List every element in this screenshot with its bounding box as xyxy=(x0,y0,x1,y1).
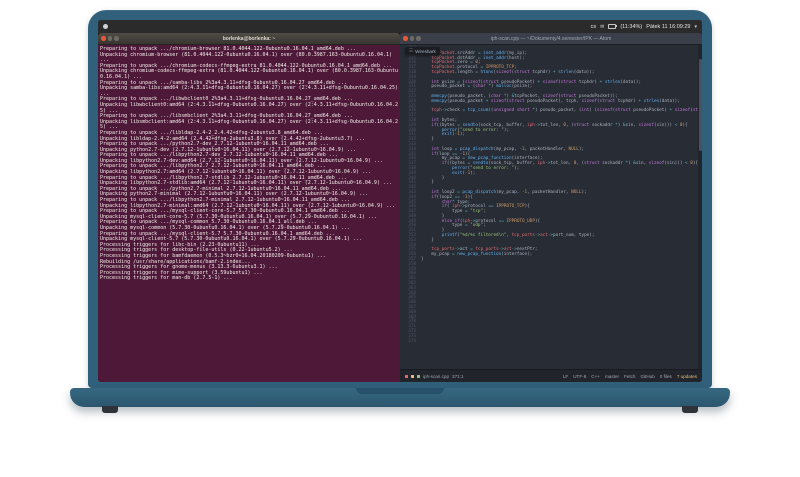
terminal-line: Unpacking chromium-codecs-ffmpeg-extra (… xyxy=(100,68,399,80)
minimize-button[interactable] xyxy=(409,36,414,41)
terminal-window: borlenka@borlenka: ~ Preparing to unpack… xyxy=(98,33,400,382)
laptop-foot-right xyxy=(682,406,698,413)
statusbar-item[interactable]: master xyxy=(605,374,619,379)
editor-scrollbar xyxy=(698,45,702,369)
warning-indicator-icon[interactable] xyxy=(411,374,414,378)
terminal-title: borlenka@borlenka: ~ xyxy=(222,35,276,42)
editor-area: ☰ Wireshark 3133143153163173183193203213… xyxy=(400,45,702,369)
atom-window-title: iph-scan.cpp — ~/Dokumenty/4.semester/IP… xyxy=(490,35,612,42)
cursor-position[interactable]: 371:1 xyxy=(452,374,464,379)
indicator-area: cs ✉ (11:34%) Pátek 11 16:09:29 ▾ xyxy=(591,24,697,30)
wireshark-chip[interactable]: ☰ Wireshark xyxy=(405,47,440,55)
atom-window-controls xyxy=(403,36,421,41)
battery-percentage[interactable]: (11:34%) xyxy=(620,24,642,30)
desktop-top-panel: cs ✉ (11:34%) Pátek 11 16:09:29 ▾ xyxy=(98,20,702,33)
editor-code[interactable]: tcpPacket.srcAddr = inet_addr(my_ip); tc… xyxy=(419,45,698,369)
session-menu-icon[interactable]: ▾ xyxy=(694,24,697,30)
terminal-line: Processing triggers for man-db (2.7.5-1)… xyxy=(100,275,233,282)
app-menu-icon[interactable] xyxy=(103,24,108,29)
atom-titlebar[interactable]: iph-scan.cpp — ~/Dokumenty/4.semester/IP… xyxy=(400,33,702,45)
statusbar-item[interactable]: GitHub xyxy=(640,374,654,379)
statusbar-item[interactable]: UTF-8 xyxy=(573,374,586,379)
error-indicator-icon[interactable] xyxy=(405,374,408,378)
ok-indicator-icon[interactable] xyxy=(417,374,420,378)
statusbar-item[interactable]: LF xyxy=(563,374,568,379)
terminal-output[interactable]: Preparing to unpack .../chromium-browser… xyxy=(98,45,400,382)
atom-window: iph-scan.cpp — ~/Dokumenty/4.semester/IP… xyxy=(400,33,702,382)
wireshark-chip-label: Wireshark xyxy=(415,48,436,54)
laptop-base xyxy=(70,388,730,407)
maximize-button[interactable] xyxy=(416,36,421,41)
statusbar-item[interactable]: C++ xyxy=(591,374,600,379)
close-button[interactable] xyxy=(101,36,106,41)
minimize-button[interactable] xyxy=(107,36,112,41)
close-button[interactable] xyxy=(403,36,408,41)
laptop-foot-left xyxy=(102,406,118,413)
editor-gutter: 3133143153163173183193203213223233243253… xyxy=(400,45,419,369)
atom-statusbar: iph-scan.cpp 371:1 LF UTF-8 C++ master Fetch… xyxy=(400,369,702,382)
statusbar-filename[interactable]: iph-scan.cpp xyxy=(423,374,449,379)
tiled-windows: borlenka@borlenka: ~ Preparing to unpack… xyxy=(98,33,702,382)
statusbar-right: LF UTF-8 C++ master Fetch GitHub 0 files 7 upda… xyxy=(563,374,697,379)
code-line: memcpy(pseudo_packet + sizeof(struct pse… xyxy=(431,98,680,104)
hamburger-icon: ☰ xyxy=(409,48,414,53)
statusbar-item[interactable]: 7 updates xyxy=(677,374,697,379)
statusbar-item[interactable]: Fetch xyxy=(624,374,636,379)
statusbar-item[interactable]: 0 files xyxy=(660,374,672,379)
terminal-window-controls xyxy=(101,36,119,41)
keyboard-layout-indicator[interactable]: cs xyxy=(591,24,597,30)
scrollbar-thumb[interactable] xyxy=(698,59,702,151)
terminal-titlebar[interactable]: borlenka@borlenka: ~ xyxy=(98,33,400,45)
code-line: tcph->check = tcp_csum((unsigned short *… xyxy=(431,108,698,114)
maximize-button[interactable] xyxy=(114,36,119,41)
clock-indicator[interactable]: Pátek 11 16:09:29 xyxy=(646,24,690,30)
line-number: 374 xyxy=(408,338,416,344)
battery-icon[interactable] xyxy=(608,23,618,30)
laptop-notch xyxy=(356,388,444,394)
laptop-mockup: cs ✉ (11:34%) Pátek 11 16:09:29 ▾ borlen… xyxy=(0,0,800,477)
desktop-screen: cs ✉ (11:34%) Pátek 11 16:09:29 ▾ borlen… xyxy=(98,20,702,382)
messages-icon[interactable]: ✉ xyxy=(600,24,604,30)
laptop-screen-bezel: cs ✉ (11:34%) Pátek 11 16:09:29 ▾ borlen… xyxy=(88,10,712,388)
